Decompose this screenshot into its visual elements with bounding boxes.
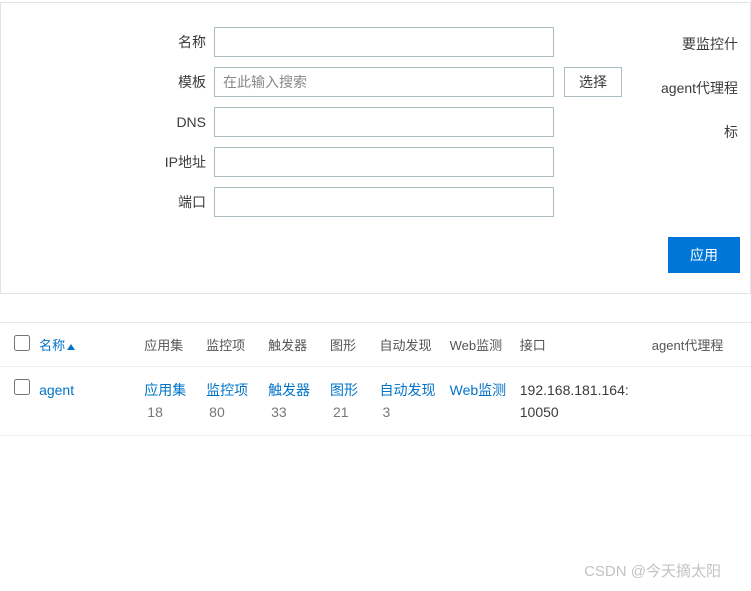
template-label: 模板	[1, 72, 214, 92]
filter-right-column: 要监控什 agent代理程 标	[661, 27, 738, 159]
filter-left-column: 名称 模板 选择 DNS IP地址 端口	[1, 27, 622, 227]
table-row: agent 应用集 18 监控项 80 触发器 33 图形 21 自动发现 3 Web监测…	[0, 367, 751, 436]
right-label-3: 标	[661, 115, 738, 159]
web-link[interactable]: Web监测	[450, 382, 507, 398]
col-header-if: 接口	[516, 323, 648, 367]
graph-count: 21	[333, 404, 349, 420]
hosts-table: 名称 应用集 监控项 触发器 图形 自动发现 Web监测 接口 agent代理程…	[0, 322, 751, 436]
apply-bar: 应用	[1, 227, 750, 273]
ip-input[interactable]	[214, 147, 554, 177]
apply-button[interactable]: 应用	[668, 237, 740, 273]
port-label: 端口	[1, 192, 214, 212]
interface-value: 192.168.181.164: 10050	[516, 367, 648, 436]
graph-link[interactable]: 图形	[330, 382, 358, 398]
col-header-proxy: agent代理程	[648, 323, 751, 367]
port-input[interactable]	[214, 187, 554, 217]
col-header-name[interactable]: 名称	[35, 323, 140, 367]
mon-count: 80	[209, 404, 225, 420]
col-header-web: Web监测	[446, 323, 516, 367]
filter-panel: 名称 模板 选择 DNS IP地址 端口 要监控什 agent代理程 标 应用	[0, 2, 751, 294]
dns-label: DNS	[1, 114, 214, 130]
name-input[interactable]	[214, 27, 554, 57]
name-label: 名称	[1, 32, 214, 52]
app-link[interactable]: 应用集	[144, 382, 186, 398]
col-header-app: 应用集	[140, 323, 202, 367]
dns-input[interactable]	[214, 107, 554, 137]
col-header-trig: 触发器	[264, 323, 326, 367]
select-all-checkbox[interactable]	[14, 335, 30, 351]
app-count: 18	[147, 404, 163, 420]
sort-asc-icon	[67, 344, 75, 350]
disc-count: 3	[382, 404, 390, 420]
mon-link[interactable]: 监控项	[206, 382, 248, 398]
select-button[interactable]: 选择	[564, 67, 622, 97]
col-header-graph: 图形	[326, 323, 376, 367]
ip-label: IP地址	[1, 152, 214, 172]
col-header-disc: 自动发现	[375, 323, 445, 367]
disc-link[interactable]: 自动发现	[379, 382, 435, 398]
right-label-1: 要监控什	[661, 27, 738, 71]
table-header-row: 名称 应用集 监控项 触发器 图形 自动发现 Web监测 接口 agent代理程	[0, 323, 751, 367]
col-header-mon: 监控项	[202, 323, 264, 367]
watermark: CSDN @今天摘太阳	[584, 560, 721, 581]
template-input[interactable]	[214, 67, 554, 97]
host-name-link[interactable]: agent	[39, 382, 74, 398]
row-checkbox[interactable]	[14, 379, 30, 395]
trig-link[interactable]: 触发器	[268, 382, 310, 398]
trig-count: 33	[271, 404, 287, 420]
right-label-2: agent代理程	[661, 71, 738, 115]
